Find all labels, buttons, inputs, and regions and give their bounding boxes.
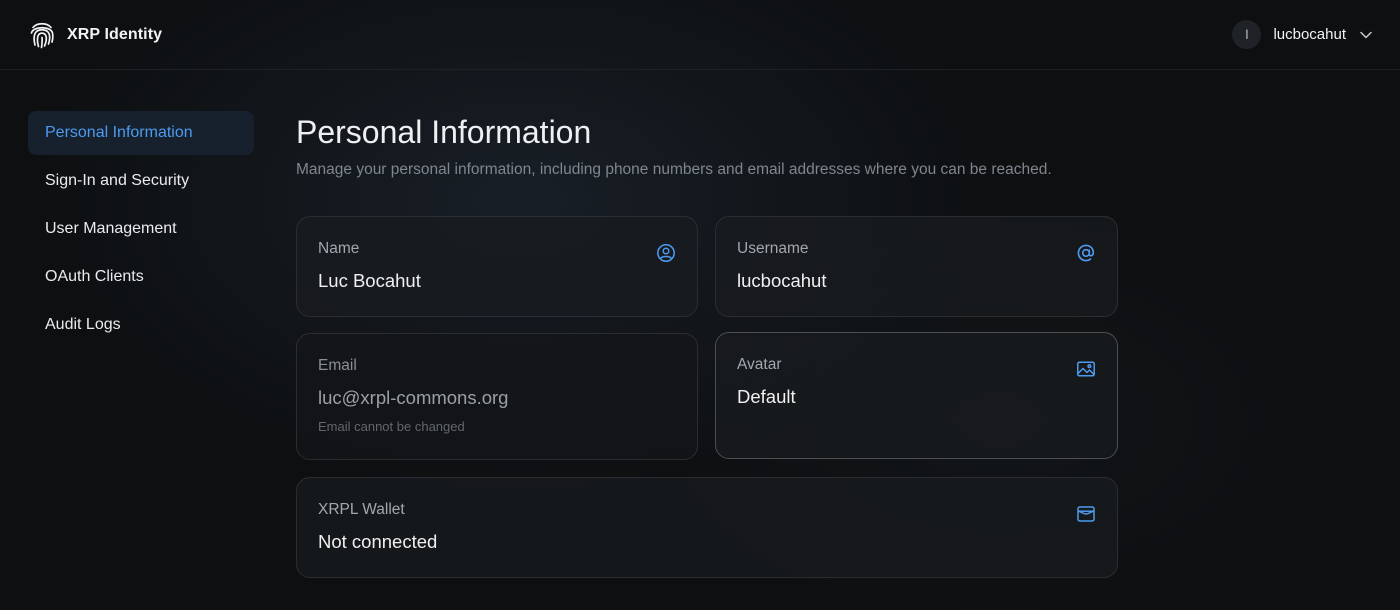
username-value: lucbocahut [737, 270, 827, 291]
user-name: lucbocahut [1273, 26, 1346, 43]
avatar-label: Avatar [737, 356, 782, 373]
chevron-down-icon [1360, 31, 1372, 39]
wallet-value: Not connected [318, 531, 438, 552]
page-subtitle: Manage your personal information, includ… [296, 161, 1052, 178]
sidebar-item-user-management[interactable]: User Management [28, 207, 254, 251]
sidebar-item-oauth-clients[interactable]: OAuth Clients [28, 255, 254, 299]
avatar-card[interactable]: Avatar Default [715, 332, 1118, 459]
name-value: Luc Bocahut [318, 270, 421, 291]
xrpl-wallet-card[interactable]: XRPL Wallet Not connected [296, 477, 1118, 578]
avatar: l [1232, 20, 1262, 49]
email-card: Email luc@xrpl-commons.org Email cannot … [296, 333, 698, 460]
sidebar-item-audit-logs[interactable]: Audit Logs [28, 303, 254, 347]
email-value: luc@xrpl-commons.org [318, 387, 509, 408]
email-hint: Email cannot be changed [318, 419, 465, 434]
username-card[interactable]: Username lucbocahut [715, 216, 1118, 317]
user-circle-icon [656, 243, 676, 263]
fingerprint-logo-icon [29, 20, 55, 50]
username-label: Username [737, 240, 809, 257]
image-icon [1076, 359, 1096, 379]
avatar-value: Default [737, 386, 796, 407]
main-content: Personal Information Manage your persona… [296, 112, 1118, 179]
page-title: Personal Information [296, 114, 592, 150]
name-label: Name [318, 240, 360, 257]
sidebar-item-sign-in-and-security[interactable]: Sign-In and Security [28, 159, 254, 203]
email-label: Email [318, 357, 357, 374]
user-menu[interactable]: l lucbocahut [1232, 20, 1372, 49]
sidebar-item-personal-information[interactable]: Personal Information [28, 111, 254, 155]
wallet-icon [1076, 504, 1096, 524]
name-card[interactable]: Name Luc Bocahut [296, 216, 698, 317]
wallet-label: XRPL Wallet [318, 501, 405, 518]
at-sign-icon [1076, 243, 1096, 263]
brand[interactable]: XRP Identity [29, 20, 162, 50]
sidebar-nav: Personal Information Sign-In and Securit… [28, 111, 254, 351]
app-name: XRP Identity [67, 25, 163, 43]
top-bar: XRP Identity l lucbocahut [0, 0, 1400, 70]
